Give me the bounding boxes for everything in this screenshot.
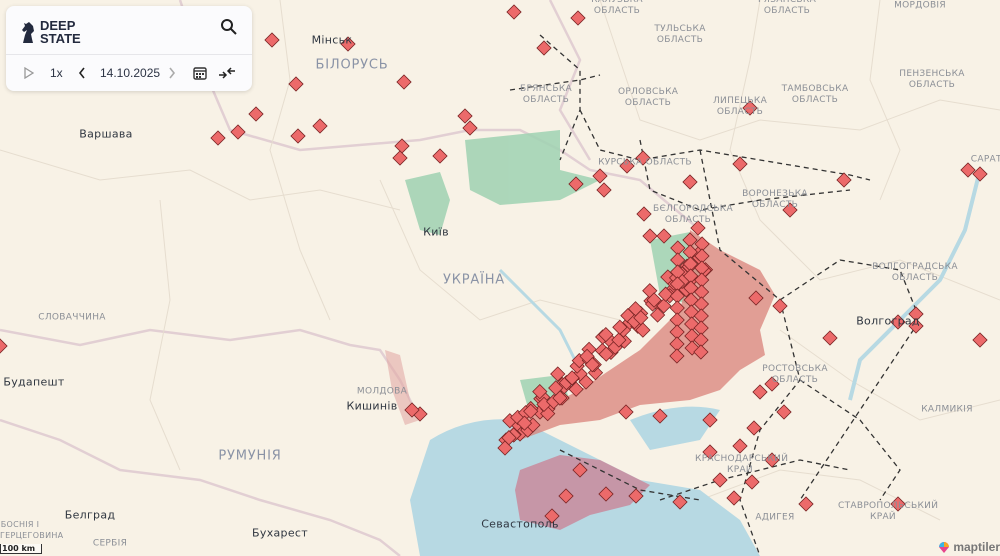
label-oryol: ОРЛОВСЬКА ОБЛАСТЬ [618,87,679,108]
city-warsaw: Варшава [79,127,133,141]
label-volgograd-oblast: ВОЛГОГРАДСЬКА ОБЛАСТЬ [872,262,958,283]
scale-bar: 100 km [0,544,43,554]
label-voronezh: ВОРОНЕЗЬКА ОБЛАСТЬ [742,189,808,210]
label-bosnia: БОСНІЯ І ГЕРЦЕГОВИНА [0,520,64,540]
logo-line2: STATE [40,31,81,46]
label-serbia: СЕРБІЯ [92,538,128,549]
label-moldova: МОЛДОВА [356,386,408,397]
date-display[interactable]: 14.10.2025 [100,66,160,80]
label-penza: ПЕНЗЕНСЬКА ОБЛАСТЬ [899,69,965,90]
label-kalmykia: КАЛМИКІЯ [921,404,973,415]
control-panel: DEEP STATE 1x 14.10.2025 [6,6,252,91]
play-icon[interactable] [24,67,34,79]
label-slovakia: СЛОВАЧЧИНА [38,312,106,323]
panel-divider [6,54,252,55]
city-budapest: Будапешт [3,375,65,389]
compare-arrows-icon[interactable] [218,66,236,80]
city-bucharest: Бухарест [252,526,308,540]
city-minsk: Мінськ [311,33,353,47]
label-krasnodar: КРАСНОДАРСЬКИЙ КРАЙ [695,454,789,475]
label-ryazan: РЯЗАНСЬКА ОБЛАСТЬ [757,0,817,16]
label-tula: ТУЛЬСЬКА ОБЛАСТЬ [654,24,706,45]
maptiler-text: maptiler [953,540,1000,554]
maptiler-logo-icon [939,542,950,553]
maptiler-attribution[interactable]: maptiler [937,540,1000,554]
chevron-left-icon[interactable] [78,67,86,79]
knight-logo-icon [22,22,34,43]
label-belarus: БІЛОРУСЬ [315,57,389,73]
label-bryansk: БРЯНСЬКА ОБЛАСТЬ [519,84,573,105]
label-rostov: РОСТОВСЬКА ОБЛАСТЬ [762,364,828,385]
label-romania: РУМУНІЯ [218,448,282,464]
label-saratov: САРАТО [970,154,1000,165]
speed-button[interactable]: 1x [50,66,63,80]
label-ukraine: УКРАЇНА [443,272,505,288]
city-chisinau: Кишинів [346,399,398,413]
label-kaluga: КАЛУЗЬКА ОБЛАСТЬ [591,0,643,16]
search-icon[interactable] [220,18,238,36]
chevron-right-icon[interactable] [168,67,176,79]
label-mordovia: МОРДОВІЯ [894,0,946,11]
city-sevastopol: Севастополь [481,517,559,531]
label-belgorod: БЄЛГОРОДСЬКА ОБЛАСТЬ [653,204,733,225]
calendar-icon[interactable] [193,66,207,80]
label-tambov: ТАМБОВСЬКА ОБЛАСТЬ [781,84,849,105]
label-lipetsk: ЛИПЕЦЬКА ОБЛАСТЬ [712,96,768,117]
label-kursk: КУРСЬКА ОБЛАСТЬ [598,157,692,168]
city-volgograd: Волгоград [856,314,920,328]
city-kyiv: Київ [423,225,449,239]
city-belgrade: Белград [64,508,116,522]
label-stavropol: СТАВРОПОЛЬСЬКИЙ КРАЙ [838,501,939,522]
label-adygea: АДИГЕЯ [755,512,795,523]
deepstate-logo[interactable]: DEEP STATE [20,19,81,45]
